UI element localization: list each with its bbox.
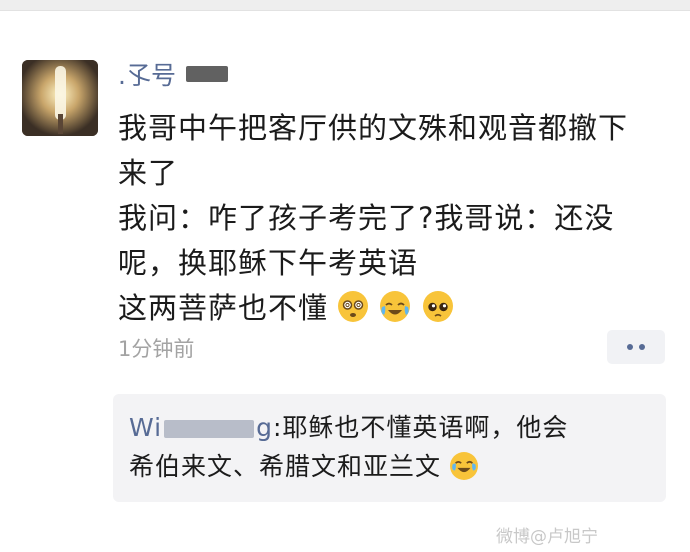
post-username[interactable]: .孓号 xyxy=(118,60,228,92)
username-text: .孓号 xyxy=(118,61,176,90)
more-dots-icon xyxy=(639,344,645,350)
post-line: 我哥中午把客厅供的文殊和观音都撤下 xyxy=(118,111,629,145)
comment-line: 希伯来文、希腊文和亚兰文 xyxy=(129,447,659,486)
more-dots-icon xyxy=(627,344,633,350)
comment-line: Wi g:耶稣也不懂英语啊，他会 xyxy=(129,408,659,447)
post-line: 我问：咋了孩子考完了?我哥说：还没 xyxy=(118,201,615,235)
comment-text: 希伯来文、希腊文和亚兰文 xyxy=(129,452,442,481)
commenter-name-tail: g xyxy=(256,413,273,442)
post-body: 我哥中午把客厅供的文殊和观音都撤下 来了 我问：咋了孩子考完了?我哥说：还没 呢… xyxy=(118,106,674,331)
username-redaction xyxy=(185,66,228,82)
weibo-watermark: 微博@卢旭宁 xyxy=(496,527,598,547)
comment-item[interactable]: Wi g:耶稣也不懂英语啊，他会 希伯来文、希腊文和亚兰文 xyxy=(129,408,659,486)
commenter-redaction xyxy=(164,420,255,438)
pleading-face-emoji-icon xyxy=(422,291,453,322)
avatar[interactable] xyxy=(22,60,98,136)
commenter-name-text: Wi xyxy=(129,413,163,442)
comment-section: Wi g:耶稣也不懂英语啊，他会 希伯来文、希腊文和亚兰文 xyxy=(113,394,666,502)
avatar-image xyxy=(22,60,98,136)
tears-of-joy-emoji-icon xyxy=(449,452,478,480)
commenter-name[interactable]: Wi g xyxy=(129,413,273,442)
dizzy-face-emoji-icon xyxy=(338,291,369,322)
moments-screen: .孓号 我哥中午把客厅供的文殊和观音都撤下 来了 我问：咋了孩子考完了?我哥说：… xyxy=(0,0,690,552)
post-line: 这两菩萨也不懂 xyxy=(118,291,329,325)
post-line-with-emojis: 这两菩萨也不懂 xyxy=(118,286,674,331)
comment-text: :耶稣也不懂英语啊，他会 xyxy=(273,413,569,442)
post-line: 来了 xyxy=(118,156,179,190)
crying-laughing-emoji-icon xyxy=(380,291,411,322)
post-line: 呢，换耶稣下午考英语 xyxy=(118,246,419,280)
post-timestamp: 1分钟前 xyxy=(118,337,195,361)
more-options-button[interactable] xyxy=(607,330,665,364)
top-divider xyxy=(0,0,690,11)
